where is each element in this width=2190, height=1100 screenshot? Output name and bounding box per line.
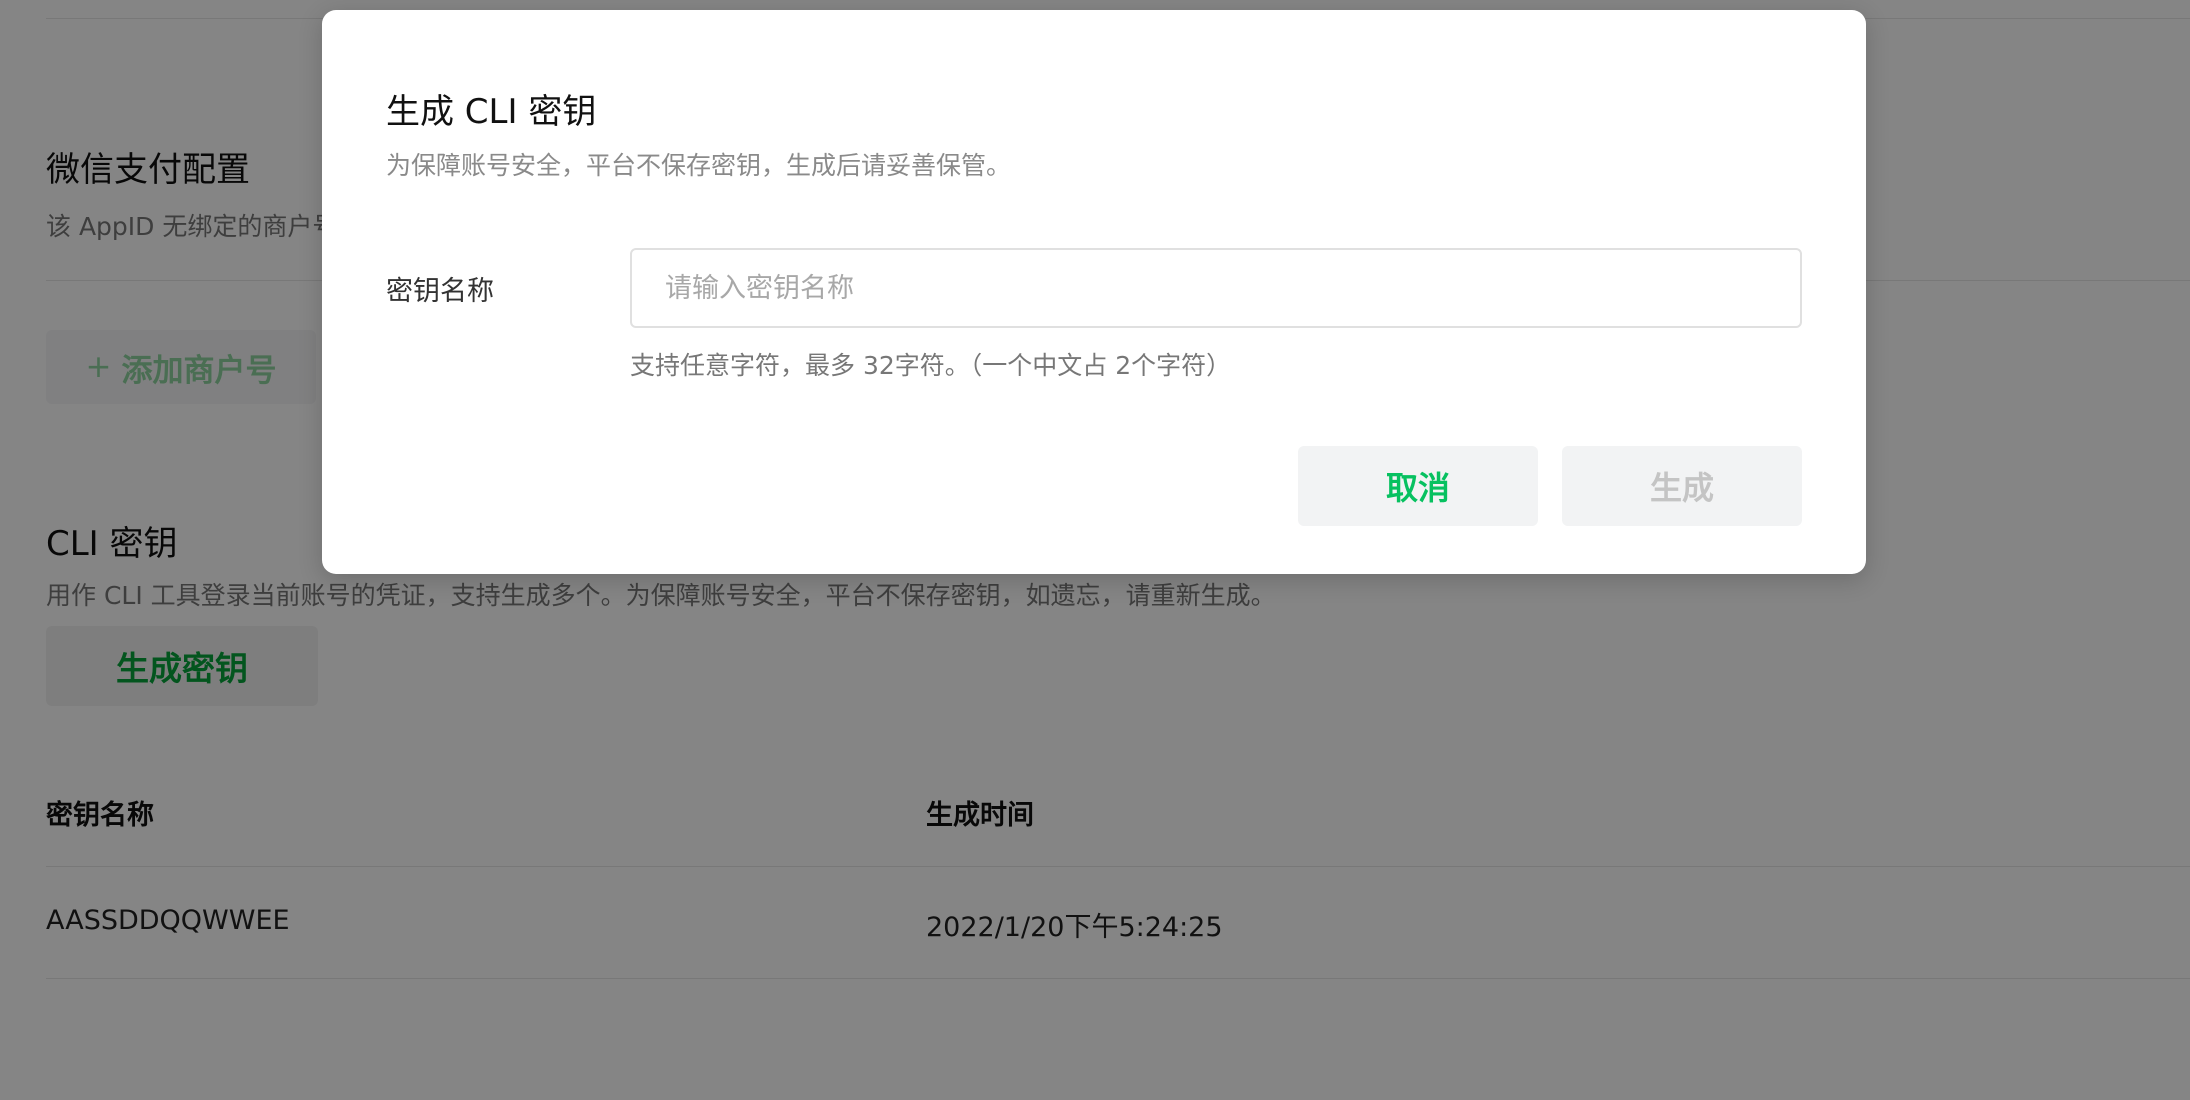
dialog-subtitle: 为保障账号安全，平台不保存密钥，生成后请妥善保管。 bbox=[386, 151, 1012, 180]
generate-button[interactable]: 生成 bbox=[1562, 446, 1802, 526]
key-name-label: 密钥名称 bbox=[386, 276, 494, 307]
page: 微信支付配置 该 AppID 无绑定的商户号 + 添加商户号 CLI 密钥 用作… bbox=[0, 0, 2190, 1100]
key-name-input[interactable] bbox=[630, 248, 1802, 328]
key-name-hint: 支持任意字符，最多 32字符。（一个中文占 2个字符） bbox=[630, 351, 1232, 380]
cancel-button[interactable]: 取消 bbox=[1298, 446, 1538, 526]
dialog-title: 生成 CLI 密钥 bbox=[386, 92, 597, 132]
generate-cli-key-dialog: 生成 CLI 密钥 为保障账号安全，平台不保存密钥，生成后请妥善保管。 密钥名称… bbox=[322, 10, 1866, 574]
